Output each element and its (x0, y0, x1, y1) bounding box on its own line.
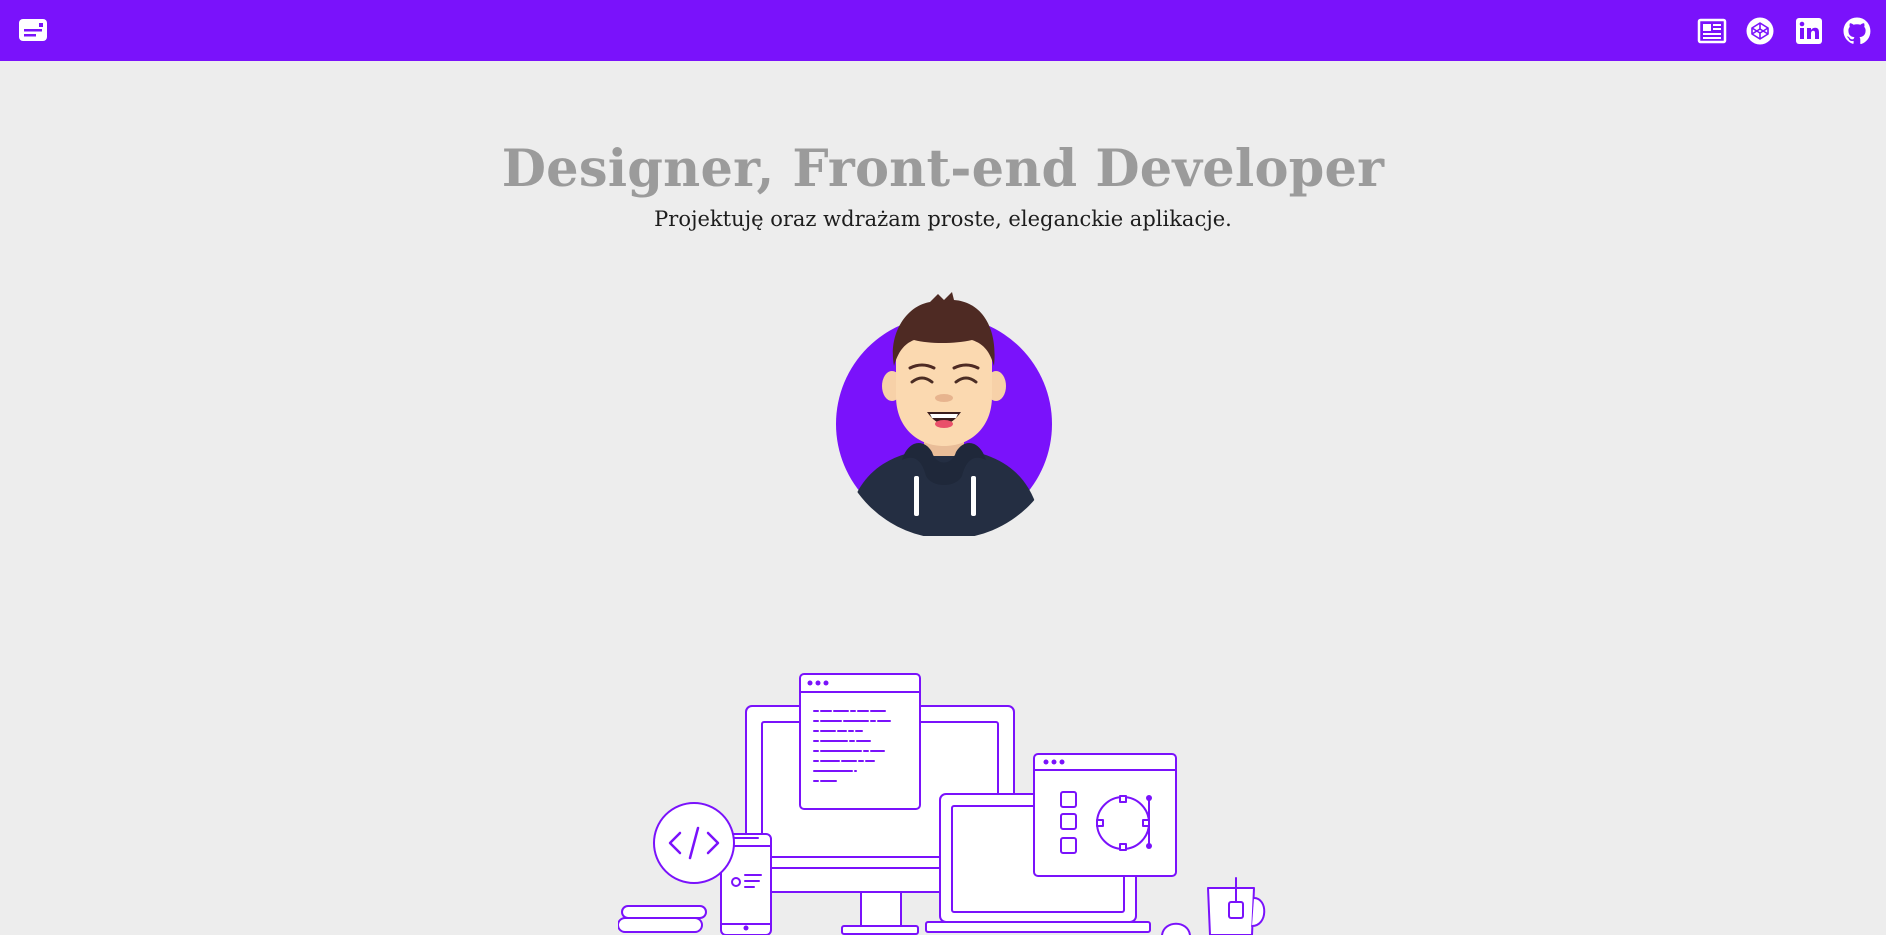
linkedin-icon[interactable] (1794, 16, 1824, 46)
id-card-icon[interactable] (18, 16, 48, 44)
devices-illustration (618, 673, 1266, 935)
top-navigation-bar (0, 0, 1886, 61)
avatar (836, 292, 1052, 536)
hero-title: Designer, Front-end Developer (501, 139, 1385, 199)
codepen-icon[interactable] (1745, 16, 1775, 46)
github-icon[interactable] (1842, 16, 1872, 46)
resume-icon[interactable] (1697, 16, 1727, 46)
hero-subtitle: Projektuję oraz wdrażam proste, eleganck… (654, 207, 1232, 231)
